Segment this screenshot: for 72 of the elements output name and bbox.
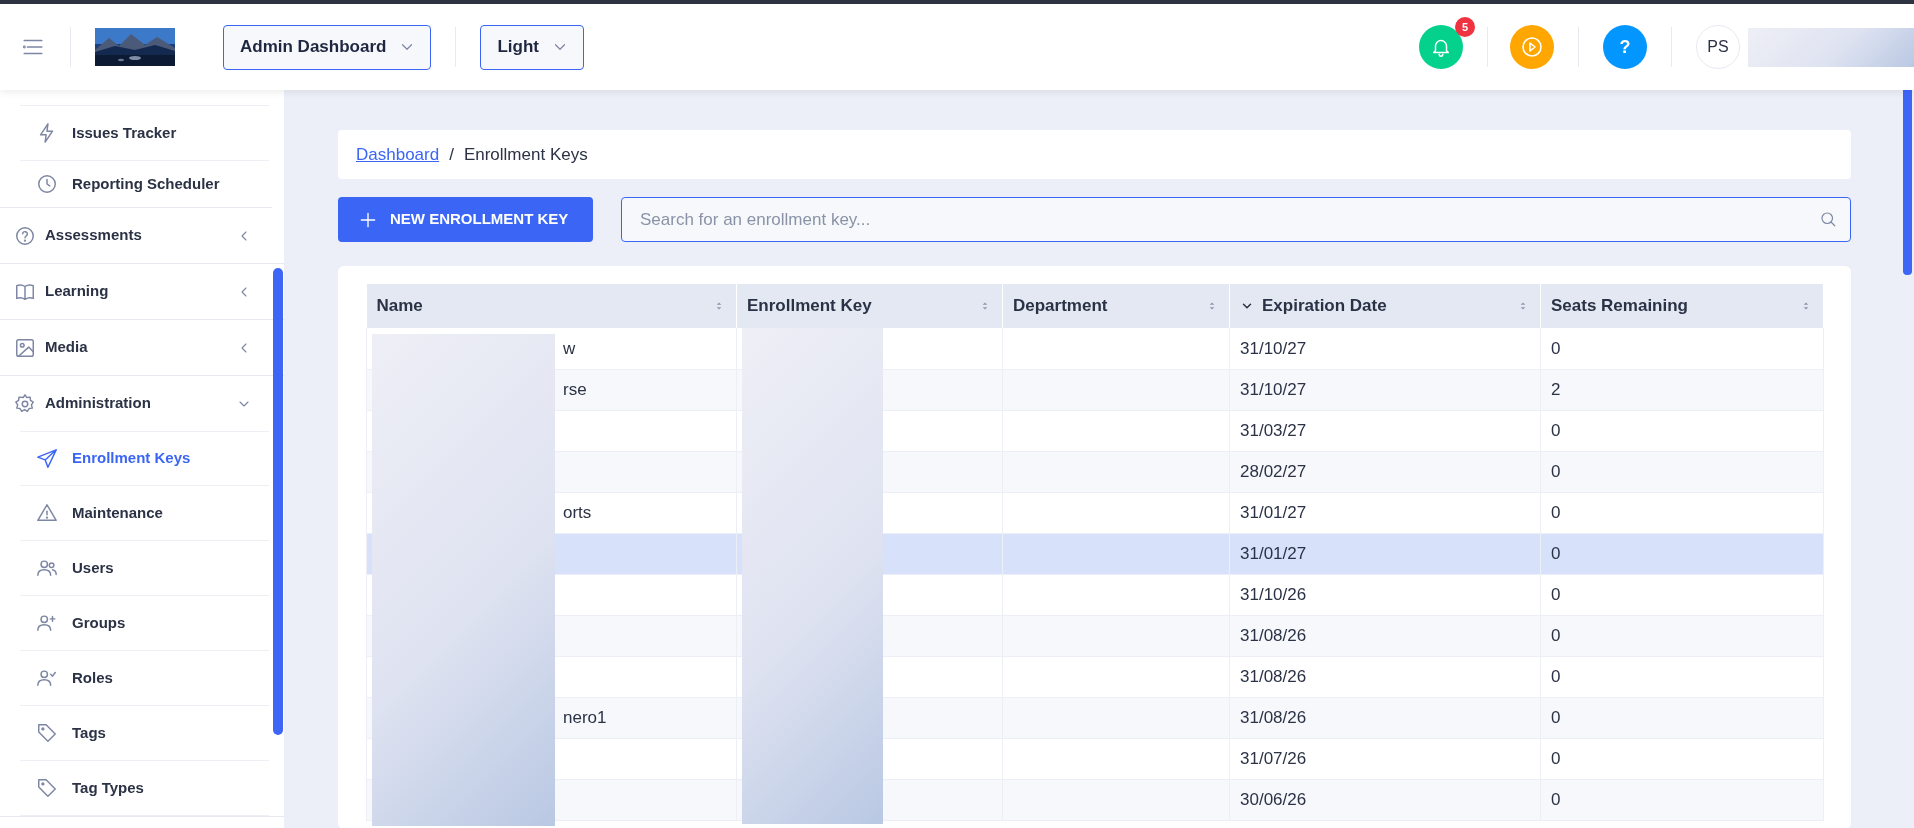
- dropdown-button[interactable]: Light: [480, 24, 584, 70]
- play-button[interactable]: [1510, 25, 1554, 69]
- settings-icon: [14, 392, 36, 415]
- sidebar-item[interactable]: Enrollment Keys: [20, 431, 269, 486]
- table-cell: 31/03/27: [1240, 420, 1307, 440]
- table-cell: 31/01/27: [1240, 543, 1307, 563]
- question-icon: [14, 224, 36, 247]
- scrollbar-thumb[interactable]: [1903, 90, 1912, 275]
- sidebar-item[interactable]: Roles: [20, 651, 269, 706]
- warning-icon: [36, 502, 58, 524]
- notifications-button[interactable]: [1419, 25, 1463, 69]
- sidebar-item[interactable]: Users: [20, 541, 269, 596]
- table-cell: 0: [1551, 543, 1561, 563]
- sidebar-item[interactable]: Reporting Scheduler: [20, 161, 269, 207]
- table-cell: 31/08/26: [1240, 625, 1307, 645]
- column-header[interactable]: Enrollment Key: [736, 284, 1003, 328]
- table-cell: 31/10/27: [1240, 379, 1307, 399]
- new-enrollment-key-button[interactable]: NEW ENROLLMENT KEY: [338, 197, 593, 242]
- sidebar-item[interactable]: Issues Tracker: [20, 106, 269, 161]
- image-icon: [14, 336, 36, 359]
- play-icon: [1520, 35, 1544, 59]
- avatar[interactable]: PS: [1696, 25, 1740, 69]
- sidebar-item[interactable]: Maintenance: [20, 486, 269, 541]
- table-cell: 31/08/26: [1240, 707, 1307, 727]
- table-cell-text: orts: [562, 502, 592, 522]
- table-cell: 0: [1551, 789, 1561, 809]
- table-cell-text: w: [562, 338, 576, 358]
- sidebar-item[interactable]: Tags: [20, 706, 269, 761]
- column-header[interactable]: Department: [1002, 284, 1230, 328]
- table-cell-text: nero1: [562, 707, 607, 727]
- search-icon: [1819, 210, 1837, 228]
- tag-icon: [36, 722, 58, 744]
- dropdown-button[interactable]: Admin Dashboard: [223, 24, 432, 70]
- sidebar-item[interactable]: Assessments: [0, 208, 272, 263]
- notification-count: 5: [1455, 17, 1475, 37]
- table-cell: 0: [1551, 748, 1561, 768]
- column-header[interactable]: Name: [366, 284, 737, 328]
- column-header[interactable]: Expiration Date: [1229, 284, 1541, 328]
- table-cell: 31/01/27: [1240, 502, 1307, 522]
- table-cell: 31/07/26: [1240, 748, 1307, 768]
- table-cell: 0: [1551, 502, 1561, 522]
- table-cell: 0: [1551, 461, 1561, 481]
- search-field[interactable]: Search for an enrollment key...: [621, 197, 1851, 242]
- sidebar-item[interactable]: Administration: [0, 376, 272, 431]
- table-cell: 0: [1551, 584, 1561, 604]
- table-cell: 0: [1551, 338, 1561, 358]
- table-cell: 0: [1551, 707, 1561, 727]
- breadcrumb-link[interactable]: Dashboard: [356, 141, 440, 168]
- table-cell: 0: [1551, 625, 1561, 645]
- table-cell: 30/06/26: [1240, 789, 1307, 809]
- column-header[interactable]: Seats Remaining: [1540, 284, 1824, 328]
- tag-icon: [36, 777, 58, 799]
- sidebar-item[interactable]: Learning: [0, 264, 272, 319]
- paper-plane-icon: [36, 447, 58, 470]
- table-cell: 0: [1551, 666, 1561, 686]
- users-icon: [36, 557, 58, 579]
- sidebar-item[interactable]: Groups: [20, 596, 269, 651]
- breadcrumb-current: Enrollment Keys: [463, 143, 588, 166]
- table-cell: 28/02/27: [1240, 461, 1307, 481]
- table-cell: 31/10/27: [1240, 338, 1307, 358]
- user-plus-icon: [36, 612, 58, 634]
- table-cell: 2: [1551, 379, 1561, 399]
- user-check-icon: [36, 667, 58, 689]
- table-cell: 31/10/26: [1240, 584, 1307, 604]
- sidebar-item[interactable]: Media: [0, 320, 272, 375]
- table-cell-text: rse: [562, 379, 587, 399]
- breadcrumb-separator: /: [449, 143, 454, 166]
- scrollbar-thumb[interactable]: [273, 268, 283, 735]
- sidebar-item[interactable]: Tag Types: [20, 761, 269, 816]
- table-cell: 0: [1551, 420, 1561, 440]
- clock-icon: [36, 173, 58, 195]
- table-cell: 31/08/26: [1240, 666, 1307, 686]
